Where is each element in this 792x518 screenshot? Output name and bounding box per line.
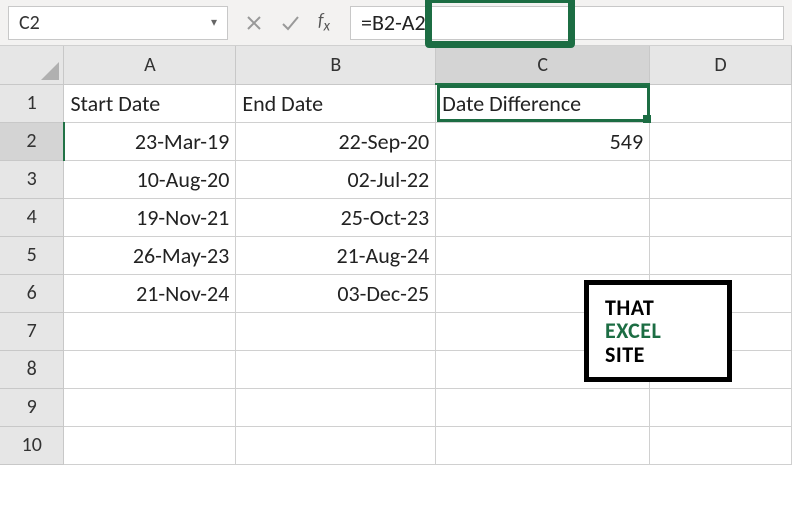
cell-b5[interactable]: 21-Aug-24 xyxy=(236,236,436,274)
row-header-8[interactable]: 8 xyxy=(0,350,64,388)
cell-b4[interactable]: 25-Oct-23 xyxy=(236,198,436,236)
cell-a7[interactable] xyxy=(64,312,236,350)
cell-c9[interactable] xyxy=(436,388,650,426)
cell-b9[interactable] xyxy=(236,388,436,426)
cell-a6[interactable]: 21-Nov-24 xyxy=(64,274,236,312)
cell-a1[interactable]: Start Date xyxy=(64,84,236,122)
name-box-value: C2 xyxy=(19,11,40,35)
cell-d5[interactable] xyxy=(650,236,792,274)
row-header-6[interactable]: 6 xyxy=(0,274,64,312)
select-all-corner[interactable] xyxy=(0,46,64,84)
cell-d4[interactable] xyxy=(650,198,792,236)
cell-b7[interactable] xyxy=(236,312,436,350)
chevron-down-icon[interactable]: ▾ xyxy=(211,15,217,30)
cell-d10[interactable] xyxy=(650,426,792,464)
row-header-4[interactable]: 4 xyxy=(0,198,64,236)
col-header-a[interactable]: A xyxy=(64,46,236,84)
cell-a2[interactable]: 23-Mar-19 xyxy=(64,122,236,160)
cell-d1[interactable] xyxy=(650,84,792,122)
row-header-10[interactable]: 10 xyxy=(0,426,64,464)
formula-bar: C2 ▾ fx =B2-A2 xyxy=(0,0,792,46)
name-box[interactable]: C2 ▾ xyxy=(8,6,228,40)
cell-c2[interactable]: 549 xyxy=(436,122,650,160)
cell-c1[interactable]: Date Difference xyxy=(436,84,650,122)
logo-line-3: SITE xyxy=(605,343,727,366)
logo-line-2: EXCEL xyxy=(605,319,727,342)
cell-c10[interactable] xyxy=(436,426,650,464)
formula-text: =B2-A2 xyxy=(361,9,426,36)
cell-b6[interactable]: 03-Dec-25 xyxy=(236,274,436,312)
spreadsheet-grid[interactable]: A B C D 1 Start Date End Date Date Diffe… xyxy=(0,46,792,465)
formula-input[interactable]: =B2-A2 xyxy=(350,6,784,40)
formula-bar-buttons: fx xyxy=(236,9,342,36)
cell-d3[interactable] xyxy=(650,160,792,198)
watermark-logo: THAT EXCEL SITE xyxy=(584,280,732,382)
cell-a9[interactable] xyxy=(64,388,236,426)
col-header-d[interactable]: D xyxy=(650,46,792,84)
cell-a10[interactable] xyxy=(64,426,236,464)
cell-d9[interactable] xyxy=(650,388,792,426)
cell-b10[interactable] xyxy=(236,426,436,464)
enter-icon[interactable] xyxy=(278,11,302,35)
row-header-1[interactable]: 1 xyxy=(0,84,64,122)
col-header-c[interactable]: C xyxy=(436,46,650,84)
row-header-7[interactable]: 7 xyxy=(0,312,64,350)
cell-d2[interactable] xyxy=(650,122,792,160)
cell-b8[interactable] xyxy=(236,350,436,388)
cell-c4[interactable] xyxy=(436,198,650,236)
row-header-9[interactable]: 9 xyxy=(0,388,64,426)
logo-line-1: THAT xyxy=(605,296,727,319)
cancel-icon[interactable] xyxy=(242,11,266,35)
row-header-3[interactable]: 3 xyxy=(0,160,64,198)
cell-c5[interactable] xyxy=(436,236,650,274)
row-header-5[interactable]: 5 xyxy=(0,236,64,274)
cell-a3[interactable]: 10-Aug-20 xyxy=(64,160,236,198)
cell-a4[interactable]: 19-Nov-21 xyxy=(64,198,236,236)
cell-c3[interactable] xyxy=(436,160,650,198)
row-header-2[interactable]: 2 xyxy=(0,122,64,160)
cell-a5[interactable]: 26-May-23 xyxy=(64,236,236,274)
cell-a8[interactable] xyxy=(64,350,236,388)
cell-b3[interactable]: 02-Jul-22 xyxy=(236,160,436,198)
cell-b1[interactable]: End Date xyxy=(236,84,436,122)
cell-b2[interactable]: 22-Sep-20 xyxy=(236,122,436,160)
col-header-b[interactable]: B xyxy=(236,46,436,84)
fx-icon[interactable]: fx xyxy=(318,9,330,36)
